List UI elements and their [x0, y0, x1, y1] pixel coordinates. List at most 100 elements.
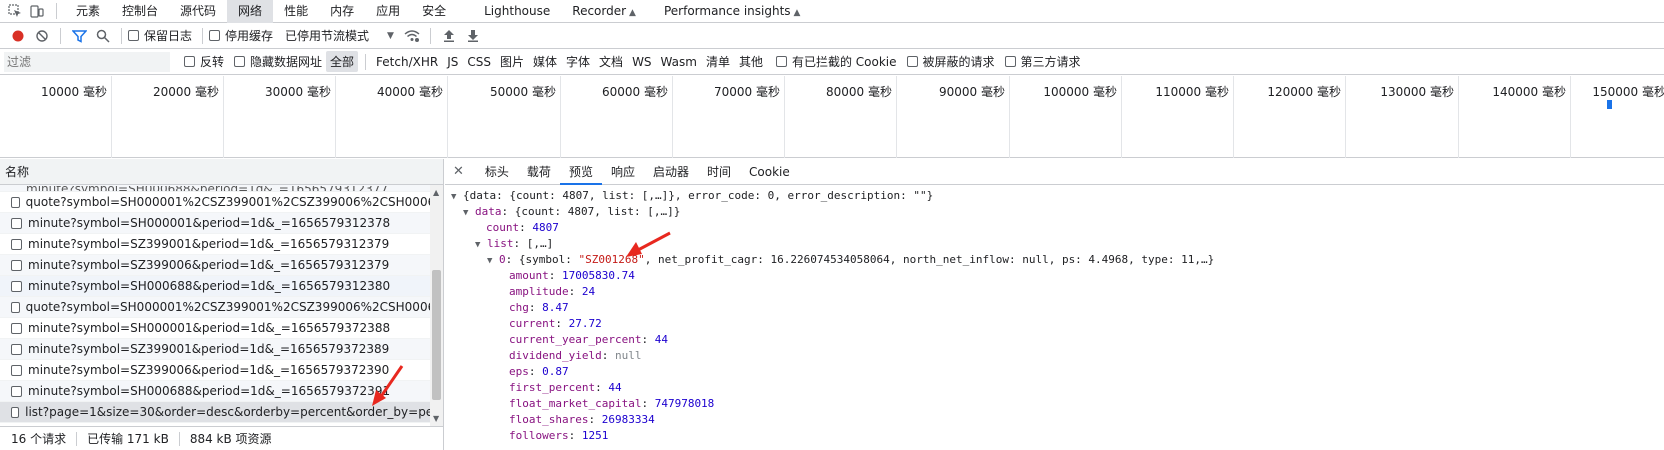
type-filter-ws[interactable]: WS [628, 53, 655, 71]
filter-toggle-button[interactable] [67, 24, 91, 48]
expanded-triangle-icon[interactable]: ▼ [475, 237, 485, 253]
type-filter-wasm[interactable]: Wasm [657, 53, 701, 71]
type-filter-fetch-xhr[interactable]: Fetch/XHR [372, 53, 442, 71]
third-party-checkbox[interactable]: 第三方请求 [1004, 53, 1081, 70]
export-har-button[interactable] [461, 24, 485, 48]
checkbox-box[interactable] [906, 56, 918, 67]
list-item[interactable]: minute?symbol=SZ399006&period=1d&_=16565… [0, 255, 430, 276]
type-filter-doc[interactable]: 文档 [595, 51, 627, 72]
json-node-item-0[interactable]: ▼ 0: {symbol: "SZ001268", net_profit_cagr… [445, 252, 1664, 268]
tab-console[interactable]: 控制台 [111, 0, 169, 23]
checkbox-box[interactable] [775, 56, 787, 67]
tab-timing[interactable]: 时间 [698, 159, 740, 185]
expanded-triangle-icon[interactable]: ▼ [487, 253, 497, 269]
invert-checkbox[interactable]: 反转 [184, 53, 224, 70]
tab-security[interactable]: 安全 [411, 0, 457, 23]
blocked-requests-checkbox[interactable]: 被屏蔽的请求 [906, 53, 995, 70]
network-conditions-button[interactable] [400, 24, 424, 48]
tab-preview[interactable]: 预览 [559, 159, 602, 185]
json-node-data[interactable]: ▼ data: {count: 4807, list: [,…]} [445, 204, 1664, 220]
import-har-button[interactable] [437, 24, 461, 48]
row-checkbox[interactable] [11, 322, 22, 334]
json-node-list[interactable]: ▼ list: [,…] [445, 236, 1664, 252]
request-list-scrollbar[interactable]: ▲ ▼ [430, 185, 443, 426]
clear-button[interactable] [30, 24, 54, 48]
timeline-overview[interactable]: 10000 毫秒 20000 毫秒 30000 毫秒 40000 毫秒 5000… [0, 76, 1664, 158]
expanded-triangle-icon[interactable]: ▼ [463, 205, 473, 221]
tab-headers[interactable]: 标头 [476, 159, 518, 185]
list-item[interactable]: quote?symbol=SH000001%2CSZ399001%2CSZ399… [0, 297, 430, 318]
type-filter-js[interactable]: JS [443, 53, 462, 71]
record-button[interactable] [6, 24, 30, 48]
name-column-header[interactable]: 名称 [0, 159, 443, 185]
tab-memory[interactable]: 内存 [319, 0, 365, 23]
checkbox-box[interactable] [128, 30, 139, 41]
tab-application[interactable]: 应用 [365, 0, 411, 23]
list-item-selected[interactable]: list?page=1&size=30&order=desc&orderby=p… [0, 402, 430, 423]
blocked-cookies-checkbox[interactable]: 有已拦截的 Cookie [775, 53, 897, 70]
type-filter-all[interactable]: 全部 [326, 51, 359, 72]
checkbox-label: 第三方请求 [1020, 55, 1081, 69]
row-checkbox[interactable] [11, 343, 22, 355]
list-item[interactable]: minute?symbol=SH000001&period=1d&_=16565… [0, 213, 430, 234]
inspect-element-icon[interactable] [4, 0, 26, 22]
type-filter-font[interactable]: 字体 [562, 51, 594, 72]
tab-lighthouse[interactable]: Lighthouse [473, 0, 561, 23]
type-filter-media[interactable]: 媒体 [529, 51, 561, 72]
checkbox-box[interactable] [234, 56, 246, 67]
preserve-log-checkbox[interactable]: 保留日志 [128, 27, 192, 44]
type-filter-manifest[interactable]: 清单 [702, 51, 734, 72]
tab-sources[interactable]: 源代码 [169, 0, 227, 23]
device-toolbar-icon[interactable] [26, 0, 48, 22]
tab-network[interactable]: 网络 [227, 0, 274, 23]
row-checkbox[interactable] [11, 364, 22, 376]
tab-elements[interactable]: 元素 [65, 0, 111, 23]
list-item[interactable]: minute?symbol=SH000688&period=1d&_=16565… [0, 185, 430, 192]
hide-data-urls-checkbox[interactable]: 隐藏数据网址 [234, 53, 322, 70]
row-checkbox[interactable] [11, 238, 22, 250]
tab-response[interactable]: 响应 [602, 159, 644, 185]
list-item[interactable]: minute?symbol=SH000688&period=1d&_=16565… [0, 276, 430, 297]
list-item[interactable]: minute?symbol=SZ399001&period=1d&_=16565… [0, 234, 430, 255]
json-root-node[interactable]: ▼ {data: {count: 4807, list: [,…]}, error… [445, 188, 1664, 204]
json-value: 26983334 [601, 413, 655, 426]
json-summary: , net_profit_cagr: 16.226074534058064, n… [644, 253, 1215, 266]
row-checkbox[interactable] [11, 259, 22, 271]
tab-recorder[interactable]: Recorder ▲ [561, 0, 647, 23]
disable-cache-checkbox[interactable]: 停用缓存 [209, 27, 273, 44]
row-checkbox[interactable] [11, 196, 20, 208]
expanded-triangle-icon[interactable]: ▼ [451, 189, 461, 205]
tab-initiator[interactable]: 启动器 [644, 159, 698, 185]
checkbox-box[interactable] [184, 56, 195, 67]
tab-payload[interactable]: 载荷 [518, 159, 560, 185]
list-item[interactable]: minute?symbol=SH000001&period=1d&_=16565… [0, 318, 430, 339]
tab-cookies[interactable]: Cookie [740, 159, 799, 185]
tab-label: 安全 [422, 3, 447, 18]
request-list[interactable]: minute?symbol=SH000688&period=1d&_=16565… [0, 185, 430, 426]
json-preview[interactable]: ▼ {data: {count: 4807, list: [,…]}, error… [445, 185, 1664, 450]
close-icon[interactable]: ✕ [453, 164, 464, 179]
row-checkbox[interactable] [11, 406, 20, 418]
scrollbar-thumb[interactable] [432, 270, 441, 400]
tab-performance-insights[interactable]: Performance insights ▲ [653, 0, 811, 23]
type-filter-img[interactable]: 图片 [496, 51, 528, 72]
row-checkbox[interactable] [11, 301, 20, 313]
row-checkbox[interactable] [11, 385, 22, 397]
row-checkbox[interactable] [11, 217, 22, 229]
scroll-up-icon[interactable]: ▲ [433, 188, 439, 197]
type-filter-other[interactable]: 其他 [735, 51, 767, 72]
list-item[interactable]: minute?symbol=SZ399006&period=1d&_=16565… [0, 360, 430, 381]
row-checkbox[interactable] [11, 280, 22, 292]
chevron-down-icon: ▼ [387, 30, 394, 41]
checkbox-box[interactable] [209, 30, 221, 41]
tab-performance[interactable]: 性能 [273, 0, 319, 23]
throttling-select[interactable]: 已停用节流模式 ▼ [285, 27, 394, 44]
type-filter-css[interactable]: CSS [463, 53, 495, 71]
list-item[interactable]: minute?symbol=SZ399001&period=1d&_=16565… [0, 339, 430, 360]
search-button[interactable] [91, 24, 115, 48]
checkbox-box[interactable] [1004, 56, 1016, 67]
list-item[interactable]: minute?symbol=SH000688&period=1d&_=16565… [0, 381, 430, 402]
filter-input[interactable] [4, 51, 170, 72]
list-item[interactable]: quote?symbol=SH000001%2CSZ399001%2CSZ399… [0, 192, 430, 213]
scroll-down-icon[interactable]: ▼ [433, 414, 439, 423]
